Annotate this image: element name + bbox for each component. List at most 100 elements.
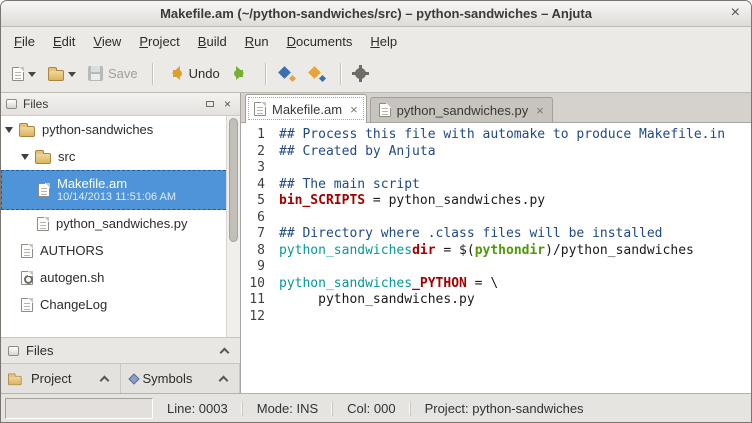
panel-close-button[interactable]: ×: [220, 97, 235, 112]
dock-tab-symbols[interactable]: Symbols: [121, 364, 241, 393]
redo-button[interactable]: [227, 62, 256, 85]
statusbar: Line: 0003 Mode: INS Col: 000 Project: p…: [1, 393, 751, 422]
titlebar[interactable]: Makefile.am (~/python-sandwiches/src) – …: [1, 1, 751, 27]
panel-grip-icon: [8, 346, 19, 356]
tree-scrollbar-thumb[interactable]: [229, 118, 238, 242]
tree-item-label: Makefile.am: [57, 176, 176, 192]
code-line[interactable]: 6: [241, 210, 751, 227]
tab-label: python_sandwiches.py: [397, 103, 529, 118]
save-label: Save: [108, 66, 138, 81]
code-line[interactable]: 10python_sandwiches_PYTHON = \: [241, 276, 751, 293]
navigate-forward-button[interactable]: [303, 62, 331, 86]
chevron-down-icon[interactable]: [68, 72, 76, 81]
navigate-back-button[interactable]: [273, 62, 301, 86]
code-line-text: python_sandwiches_PYTHON = \: [279, 276, 498, 293]
tree-item-label: ChangeLog: [40, 297, 107, 312]
menu-project[interactable]: Project: [130, 29, 188, 54]
code-line-text: python_sandwichesdir = $(pythondir)/pyth…: [279, 243, 694, 260]
menu-run[interactable]: Run: [236, 29, 278, 54]
code-line[interactable]: 1## Process this file with automake to p…: [241, 127, 751, 144]
menu-build[interactable]: Build: [189, 29, 236, 54]
file-tree-area: python-sandwiches src Makefile.am10/14/201…: [1, 116, 240, 337]
menu-documents[interactable]: Documents: [278, 29, 362, 54]
navigate-back-icon: [278, 66, 296, 82]
menu-view[interactable]: View: [84, 29, 130, 54]
code-line[interactable]: 8python_sandwichesdir = $(pythondir)/pyt…: [241, 243, 751, 260]
line-number: 10: [241, 276, 279, 293]
tree-item-src[interactable]: src: [1, 143, 240, 170]
line-number: 1: [241, 127, 279, 144]
folder-icon: [35, 153, 51, 164]
file-icon: [21, 244, 33, 258]
tree-item-ChangeLog[interactable]: ChangeLog: [1, 291, 240, 318]
toolbar: Save Undo: [1, 55, 751, 93]
code-line[interactable]: 9: [241, 259, 751, 276]
bottom-dock-tabs: Project Symbols: [1, 364, 240, 393]
code-line[interactable]: 11 python_sandwiches.py: [241, 292, 751, 309]
files-dock-bar[interactable]: Files: [1, 337, 240, 364]
code-line[interactable]: 12: [241, 309, 751, 326]
collapse-up-icon[interactable]: [220, 348, 230, 358]
line-number: 12: [241, 309, 279, 326]
code-line[interactable]: 2## Created by Anjuta: [241, 144, 751, 161]
code-editor[interactable]: 1## Process this file with automake to p…: [241, 123, 751, 393]
preferences-button[interactable]: [348, 62, 373, 85]
toolbar-separator: [265, 63, 266, 85]
files-panel-header: Files ×: [1, 93, 240, 116]
menu-edit[interactable]: Edit: [44, 29, 84, 54]
code-line-text: python_sandwiches.py: [279, 292, 475, 309]
menu-file[interactable]: File: [5, 29, 44, 54]
menu-help[interactable]: Help: [361, 29, 406, 54]
tree-item-Makefile.am[interactable]: Makefile.am10/14/2013 11:51:06 AM: [1, 170, 240, 210]
dock-tab-project[interactable]: Project: [1, 364, 121, 393]
open-file-button[interactable]: [43, 63, 81, 85]
collapse-up-icon[interactable]: [219, 376, 229, 386]
tree-item-label: AUTHORS: [40, 243, 104, 258]
collapse-up-icon[interactable]: [99, 376, 109, 386]
tab-close-icon[interactable]: ×: [350, 102, 358, 117]
tab-Makefile.am[interactable]: Makefile.am×: [245, 94, 367, 123]
line-number: 3: [241, 160, 279, 177]
tree-item-python_sandwiches.py[interactable]: python_sandwiches.py: [1, 210, 240, 237]
anjuta-window: Makefile.am (~/python-sandwiches/src) – …: [0, 0, 752, 423]
line-number: 11: [241, 292, 279, 309]
file-icon: [37, 217, 49, 231]
new-file-button[interactable]: [7, 63, 41, 85]
window-close-icon[interactable]: ×: [731, 3, 740, 23]
editor-area: Makefile.am× python_sandwiches.py × 1## Pr…: [241, 93, 751, 393]
file-icon: [38, 183, 50, 197]
line-number: 8: [241, 243, 279, 260]
tree-item-python-sandwiches[interactable]: python-sandwiches: [1, 116, 240, 143]
tree-item-label: autogen.sh: [40, 270, 104, 285]
code-line-text: ## Process this file with automake to pr…: [279, 127, 725, 144]
code-line[interactable]: 7## Directory where .class files will be…: [241, 226, 751, 243]
code-line[interactable]: 4## The main script: [241, 177, 751, 194]
undo-icon: [165, 66, 184, 81]
redo-icon: [232, 66, 251, 81]
tree-item-AUTHORS[interactable]: AUTHORS: [1, 237, 240, 264]
tree-item-autogen.sh[interactable]: autogen.sh: [1, 264, 240, 291]
window-title: Makefile.am (~/python-sandwiches/src) – …: [160, 6, 592, 21]
tab-close-icon[interactable]: ×: [536, 103, 544, 118]
tab-python_sandwiches.py[interactable]: python_sandwiches.py ×: [370, 97, 553, 122]
code-line-text: ## Directory where .class files will be …: [279, 226, 663, 243]
dock-tab-label: Project: [31, 371, 71, 386]
undo-button[interactable]: Undo: [160, 62, 225, 85]
toolbar-separator: [340, 63, 341, 85]
panel-detach-button[interactable]: [202, 97, 217, 112]
code-line-text: ## Created by Anjuta: [279, 144, 436, 161]
expander-icon[interactable]: [21, 154, 29, 164]
code-line[interactable]: 5bin_SCRIPTS = python_sandwiches.py: [241, 193, 751, 210]
status-mode: Mode: INS: [242, 401, 332, 416]
chevron-down-icon[interactable]: [28, 72, 36, 81]
file-icon: [21, 298, 33, 312]
code-line-text: ## The main script: [279, 177, 420, 194]
code-line[interactable]: 3: [241, 160, 751, 177]
tree-scrollbar[interactable]: [226, 116, 240, 337]
main-area: Files × python-sandwichessrcMakefile.am1…: [1, 93, 751, 393]
undo-label: Undo: [189, 66, 220, 81]
expander-icon[interactable]: [5, 127, 13, 137]
save-button[interactable]: Save: [83, 62, 143, 85]
tree-item-label: src: [58, 149, 75, 164]
files-panel-title: Files: [23, 97, 199, 111]
